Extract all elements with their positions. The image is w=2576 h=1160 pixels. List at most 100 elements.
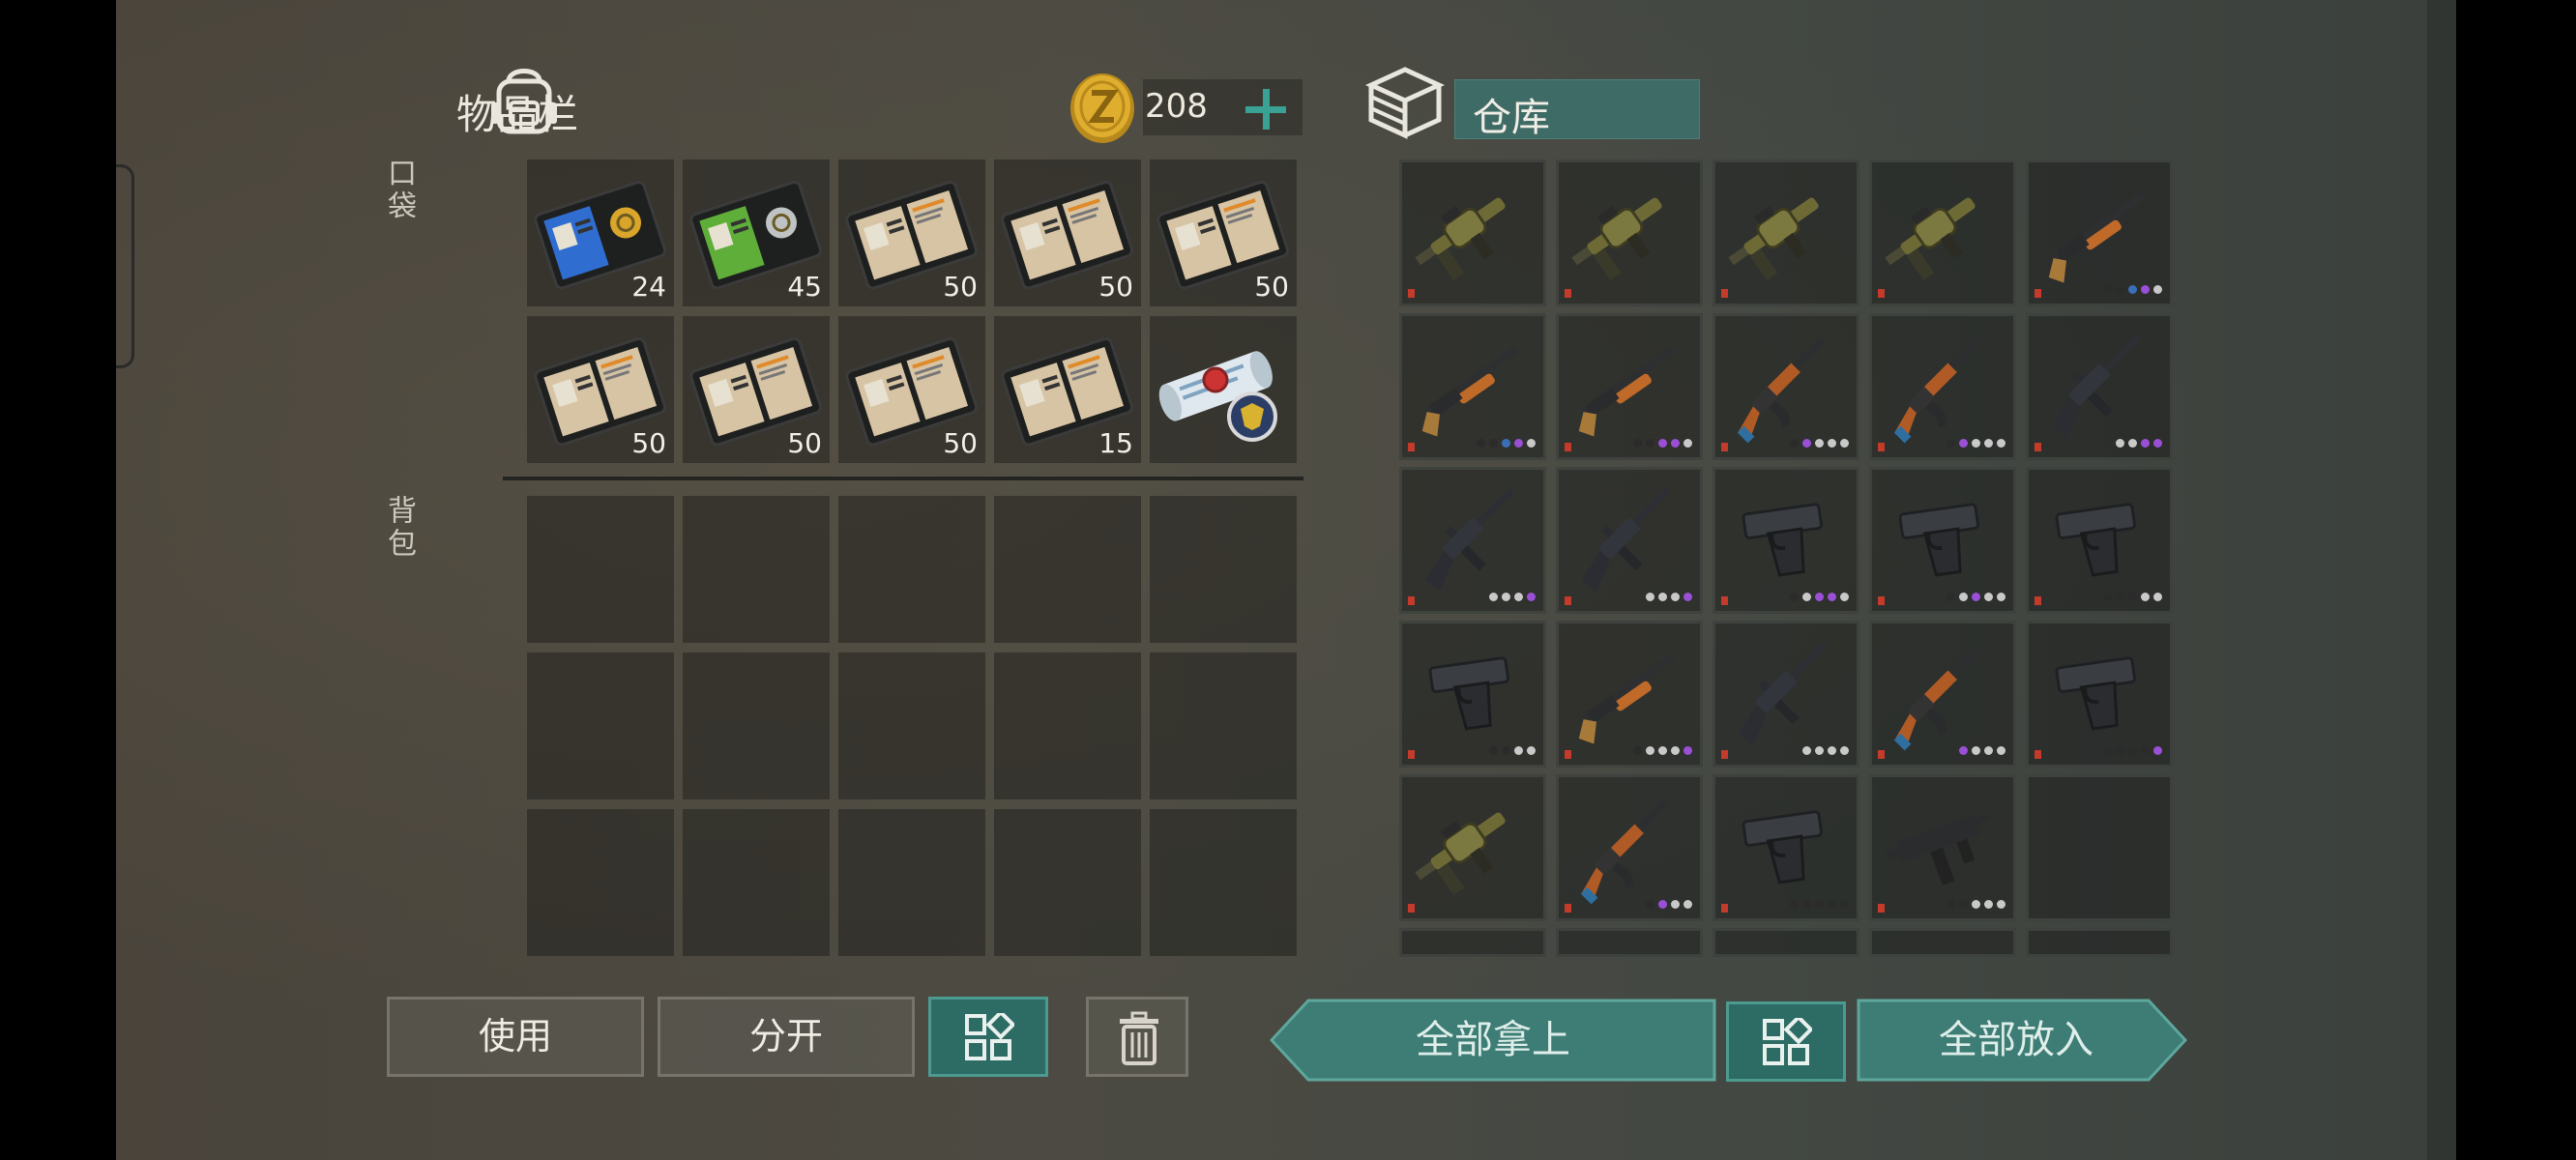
storage-slot[interactable] <box>2026 467 2173 614</box>
storage-slot[interactable] <box>1399 621 1546 768</box>
storage-slot[interactable] <box>1869 160 2016 306</box>
pocket-slot[interactable]: 15 <box>994 316 1141 463</box>
storage-slot[interactable] <box>2026 621 2173 768</box>
attachment-dot <box>1802 593 1811 601</box>
attachment-dots <box>1489 746 1536 755</box>
storage-slot[interactable] <box>1712 621 1859 768</box>
backpack-slot[interactable] <box>527 809 674 956</box>
grenade-launcher-icon <box>1571 197 1662 280</box>
backpack-slot[interactable] <box>527 496 674 643</box>
rarity-marker <box>2034 596 2041 605</box>
rarity-marker <box>1721 750 1728 759</box>
storage-slot[interactable] <box>2026 313 2173 460</box>
storage-slot[interactable] <box>1556 160 1703 306</box>
storage-slot[interactable] <box>1869 928 2016 957</box>
storage-slot[interactable] <box>1712 160 1859 306</box>
attachment-dot <box>1984 900 1993 909</box>
backpack-slot[interactable] <box>994 652 1141 799</box>
rarity-marker <box>2034 289 2041 298</box>
storage-slot[interactable] <box>1712 467 1859 614</box>
attachment-dot <box>1984 593 1993 601</box>
attachment-dot <box>1489 439 1498 448</box>
item-quantity: 15 <box>1098 427 1133 459</box>
delete-button[interactable] <box>1086 997 1188 1077</box>
pocket-slot[interactable]: 50 <box>994 160 1141 306</box>
attachment-dot <box>1671 900 1680 909</box>
storage-slot[interactable] <box>1869 313 2016 460</box>
storage-slot[interactable] <box>1556 467 1703 614</box>
storage-slot[interactable] <box>1556 774 1703 921</box>
storage-slot[interactable] <box>1399 160 1546 306</box>
attachment-dot <box>1646 900 1654 909</box>
backpack-slot[interactable] <box>1150 496 1297 643</box>
pocket-slot[interactable]: 50 <box>838 160 985 306</box>
backpack-slot[interactable] <box>994 496 1141 643</box>
attachment-dot <box>2103 285 2112 294</box>
take-all-button[interactable]: 全部拿上 <box>1270 999 1716 1082</box>
ak-rifle-icon <box>1893 336 1982 444</box>
storage-slot[interactable] <box>1556 928 1703 957</box>
attachment-dot <box>1815 900 1824 909</box>
pocket-slot[interactable]: 45 <box>683 160 830 306</box>
pocket-slot[interactable]: 50 <box>838 316 985 463</box>
attachment-dot <box>1527 439 1536 448</box>
backpack-slot[interactable] <box>683 809 830 956</box>
attachment-dot <box>1514 746 1523 755</box>
backpack-slot[interactable] <box>527 652 674 799</box>
add-coins-button[interactable] <box>1238 81 1294 137</box>
split-button[interactable]: 分开 <box>658 997 915 1077</box>
put-all-button[interactable]: 全部放入 <box>1857 999 2187 1082</box>
storage-slot[interactable] <box>1869 467 2016 614</box>
grenade-launcher-icon <box>1415 197 1506 280</box>
pocket-slot[interactable]: 50 <box>1150 160 1297 306</box>
attachment-dot <box>1997 593 2005 601</box>
storage-slot[interactable] <box>1399 313 1546 460</box>
storage-slot[interactable] <box>1556 621 1703 768</box>
storage-slot[interactable] <box>2026 928 2173 957</box>
backpack-slot[interactable] <box>838 652 985 799</box>
sort-inventory-button[interactable] <box>928 997 1048 1077</box>
rarity-marker <box>1721 289 1728 298</box>
storage-slot[interactable] <box>1556 313 1703 460</box>
storage-slot[interactable] <box>1399 774 1546 921</box>
rarity-marker <box>1878 904 1885 913</box>
storage-slot[interactable] <box>1712 928 1859 957</box>
storage-slot[interactable] <box>1712 774 1859 921</box>
pocket-slot[interactable]: 50 <box>527 316 674 463</box>
attachment-dot <box>1802 900 1811 909</box>
pocket-slot[interactable] <box>1150 316 1297 463</box>
grid-sort-icon <box>1763 1018 1812 1065</box>
backpack-slot[interactable] <box>1150 809 1297 956</box>
storage-slot[interactable] <box>1712 313 1859 460</box>
storage-slot[interactable] <box>1399 928 1546 957</box>
attachment-dot <box>2141 746 2150 755</box>
attachment-dot <box>2141 593 2150 601</box>
game-screen: 物品栏 208 仓库 口袋 背包 使用 分开 全部拿上 全部放入 24 45 5… <box>116 0 2456 1160</box>
storage-slot[interactable] <box>1869 621 2016 768</box>
pistol-icon <box>2055 656 2136 731</box>
attachment-dot <box>1658 900 1667 909</box>
backpack-slot[interactable] <box>994 809 1141 956</box>
storage-slot[interactable] <box>1869 774 2016 921</box>
rarity-marker <box>1878 289 1885 298</box>
pocket-slot[interactable]: 24 <box>527 160 674 306</box>
backpack-slot[interactable] <box>683 652 830 799</box>
backpack-slot[interactable] <box>1150 652 1297 799</box>
storage-slot[interactable] <box>1399 467 1546 614</box>
backpack-slot[interactable] <box>838 809 985 956</box>
attachment-dot <box>1972 746 1980 755</box>
storage-name-field[interactable]: 仓库 <box>1454 79 1700 140</box>
inventory-title: 物品栏 <box>456 91 579 138</box>
sort-storage-button[interactable] <box>1726 1001 1846 1082</box>
attachment-dot <box>1840 746 1849 755</box>
attachment-dot <box>1683 439 1692 448</box>
backpack-slot[interactable] <box>683 496 830 643</box>
backpack-slot[interactable] <box>838 496 985 643</box>
pocket-slot[interactable]: 50 <box>683 316 830 463</box>
use-button[interactable]: 使用 <box>387 997 644 1077</box>
storage-slot[interactable] <box>2026 774 2173 921</box>
rarity-marker <box>1565 904 1571 913</box>
rarity-marker <box>1408 443 1415 451</box>
storage-slot[interactable] <box>2026 160 2173 306</box>
ak-rifle-icon <box>1737 336 1826 444</box>
